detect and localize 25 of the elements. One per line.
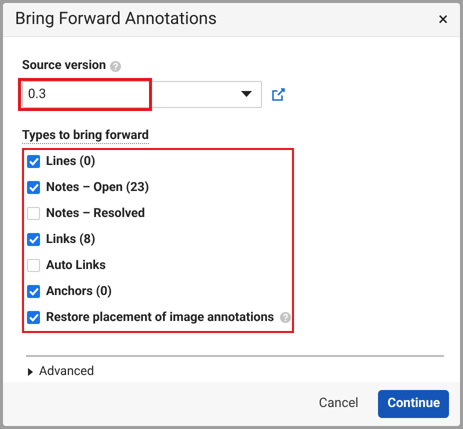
checkbox[interactable] — [27, 207, 40, 220]
version-select[interactable]: 0.3 — [22, 80, 262, 108]
continue-button[interactable]: Continue — [378, 390, 449, 418]
external-link-icon[interactable] — [272, 88, 285, 101]
checkbox[interactable] — [27, 285, 40, 298]
section-label: Types to bring forward — [22, 128, 149, 144]
checkbox[interactable] — [27, 259, 40, 272]
checkbox[interactable] — [27, 155, 40, 168]
caret-icon — [28, 368, 33, 376]
checkbox-label: Restore placement of image annotations — [46, 308, 274, 327]
checkbox[interactable] — [27, 233, 40, 246]
field-label: Source version — [22, 57, 106, 76]
checkbox-label: Notes – Open (23) — [46, 178, 149, 197]
checkbox-label: Notes – Resolved — [46, 204, 145, 223]
checkbox[interactable] — [27, 181, 40, 194]
advanced-toggle[interactable]: Advanced — [28, 362, 442, 382]
checkbox[interactable] — [27, 311, 40, 324]
close-button[interactable]: × — [438, 10, 448, 29]
checkbox-label: Lines (0) — [46, 152, 96, 171]
dropdown-caret-icon — [241, 91, 252, 98]
checkbox-label: Anchors (0) — [46, 282, 112, 301]
checkbox-label: Auto Links — [46, 256, 106, 275]
checkbox-label: Links (8) — [46, 230, 96, 249]
dialog-title: Bring Forward Annotations — [15, 8, 217, 31]
cancel-button[interactable]: Cancel — [316, 390, 360, 418]
